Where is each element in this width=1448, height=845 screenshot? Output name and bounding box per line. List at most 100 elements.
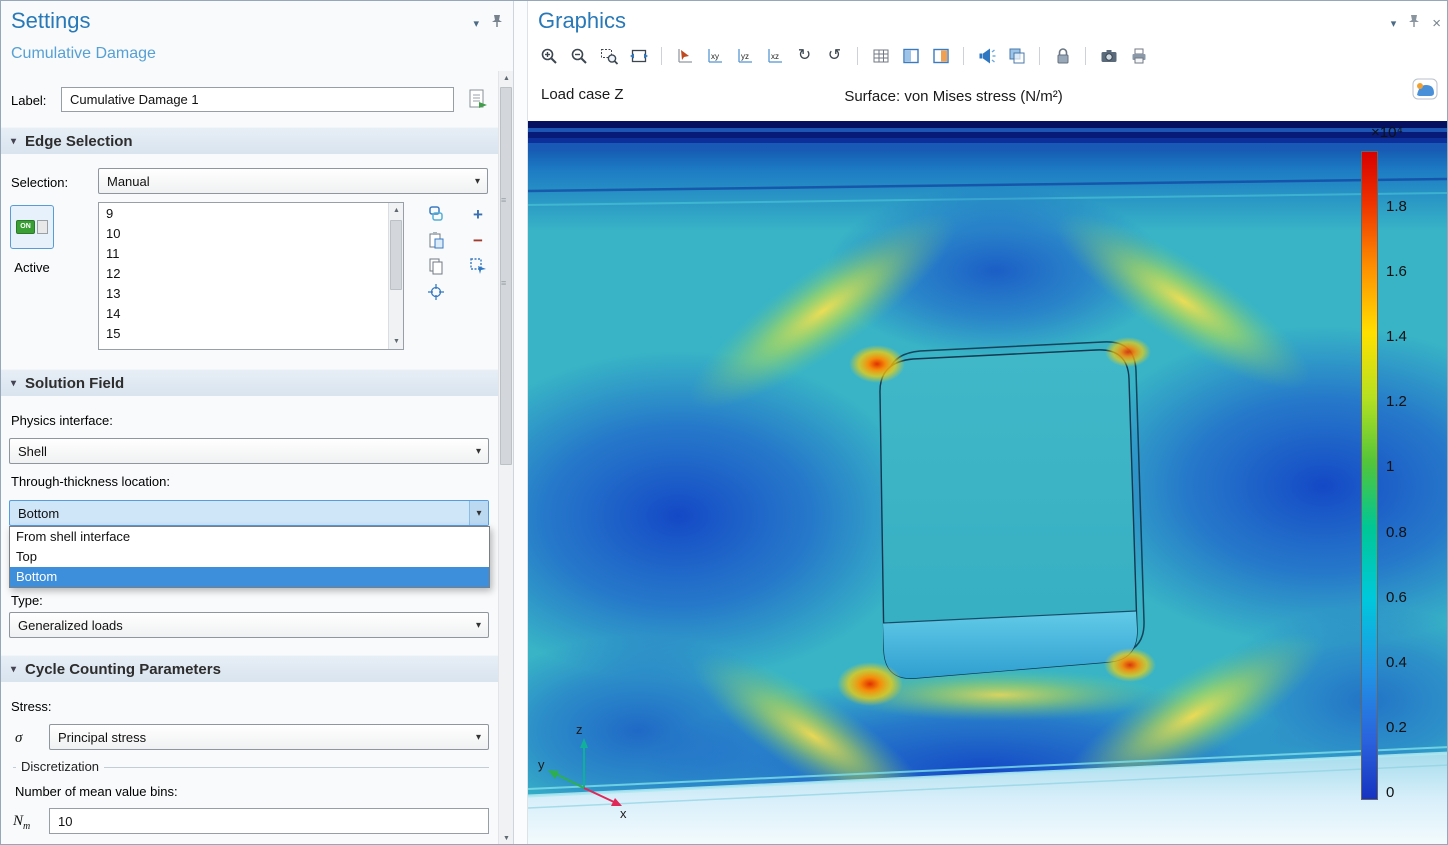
selection-list-item[interactable]: 14 [99, 304, 387, 324]
pin-icon[interactable] [491, 14, 503, 33]
selection-list-item[interactable]: 13 [99, 284, 387, 304]
paste-selection-icon[interactable] [426, 230, 446, 250]
selection-list-item[interactable]: 15 [99, 324, 387, 344]
thickness-option[interactable]: From shell interface [10, 527, 489, 547]
nm-symbol-main: N [13, 813, 23, 829]
go-to-xz-view-icon[interactable]: xz [762, 44, 787, 68]
axis-view-label: xz [771, 52, 779, 61]
zoom-to-selection-icon[interactable] [468, 256, 488, 276]
listbox-scrollbar[interactable]: ▲ ▼ [388, 203, 403, 349]
scroll-down-icon[interactable]: ▼ [499, 831, 514, 845]
rotate-counterclockwise-icon[interactable]: ↺ [822, 44, 847, 68]
discretization-caption: Discretization [16, 759, 104, 774]
selection-mode-combo[interactable]: Manual ▾ [98, 168, 488, 194]
chevron-down-icon[interactable]: ▾ [473, 17, 479, 30]
combo-arrow-icon[interactable]: ▾ [469, 725, 488, 749]
scroll-down-icon[interactable]: ▼ [389, 334, 404, 349]
collapse-triangle-icon[interactable]: ▾ [11, 664, 16, 675]
colorbar-tick-label: 1.4 [1386, 329, 1407, 344]
label-input[interactable] [61, 87, 454, 112]
colorbar-tick-label: 0.4 [1386, 655, 1407, 670]
rotate-clockwise-icon[interactable]: ↻ [792, 44, 817, 68]
combo-arrow-icon[interactable]: ▾ [469, 439, 488, 463]
axis-y-label: y [538, 757, 545, 772]
copy-selection-icon[interactable] [426, 204, 446, 224]
combo-arrow-icon[interactable]: ▾ [469, 501, 488, 525]
panel-splitter[interactable] [514, 1, 528, 845]
viewport-settings-icon[interactable] [928, 44, 953, 68]
colorbar-tick-label: 0 [1386, 785, 1407, 800]
physics-interface-caption: Physics interface: [11, 413, 113, 428]
print-icon[interactable] [1126, 44, 1151, 68]
settings-panel: Settings ▾ Cumulative Damage Label: ▾ Ed… [1, 1, 514, 845]
section-title: Edge Selection [25, 133, 133, 150]
on-badge: ON [16, 220, 35, 234]
active-toggle-button[interactable]: ON [10, 205, 54, 249]
chevron-down-icon[interactable]: ▾ [1391, 17, 1397, 30]
axis-x-label: x [620, 806, 627, 821]
toolbar-separator [963, 47, 964, 65]
discretization-group: Discretization [13, 767, 489, 768]
stress-combo[interactable]: Principal stress ▾ [49, 724, 489, 750]
close-icon[interactable]: × [1432, 16, 1441, 31]
pin-icon[interactable] [1408, 14, 1420, 33]
scene-light-icon[interactable] [974, 44, 999, 68]
type-combo[interactable]: Generalized loads ▾ [9, 612, 489, 638]
physics-interface-combo[interactable]: Shell ▾ [9, 438, 489, 464]
combo-arrow-icon[interactable]: ▾ [468, 169, 487, 193]
settings-scrollbar[interactable]: ▲ ▼ ≡ ≡ [498, 71, 513, 845]
scroll-up-icon[interactable]: ▲ [499, 71, 514, 86]
axis-triad: z y x [536, 719, 636, 829]
go-to-default-view-icon[interactable] [672, 44, 697, 68]
section-cycle-counting[interactable]: ▾ Cycle Counting Parameters [1, 655, 499, 682]
section-solution-field[interactable]: ▾ Solution Field [1, 369, 499, 396]
selection-list-item[interactable]: 11 [99, 244, 387, 264]
edge-selection-listbox[interactable]: 9101112131415 ▲ ▼ [98, 202, 404, 350]
zoom-extents-icon[interactable] [626, 44, 651, 68]
selection-list-item[interactable]: 9 [99, 204, 387, 224]
go-to-xy-view-icon[interactable]: xy [702, 44, 727, 68]
colorbar-tick-label: 1.8 [1386, 199, 1407, 214]
duplicate-selection-icon[interactable] [426, 256, 446, 276]
thickness-combo[interactable]: Bottom ▾ [9, 500, 489, 526]
toolbar-separator [1085, 47, 1086, 65]
zoom-box-icon[interactable] [596, 44, 621, 68]
graphics-header-icons: ▾ × [1391, 14, 1441, 33]
settings-header-icons: ▾ [473, 14, 503, 33]
collapse-triangle-icon[interactable]: ▾ [11, 378, 16, 389]
sigma-symbol: σ [15, 730, 22, 747]
axis-z-label: z [576, 722, 583, 737]
axis-view-label: xy [711, 52, 719, 61]
selection-list-item[interactable]: 12 [99, 264, 387, 284]
show-grid-icon[interactable] [868, 44, 893, 68]
add-to-selection-icon[interactable]: + [468, 204, 488, 224]
zoom-in-icon[interactable] [536, 44, 561, 68]
selection-tools-left [426, 204, 446, 302]
selection-list-item[interactable]: 10 [99, 224, 387, 244]
transparency-icon[interactable] [1004, 44, 1029, 68]
remove-from-selection-icon[interactable]: − [468, 230, 488, 250]
thickness-option[interactable]: Top [10, 547, 489, 567]
combo-arrow-icon[interactable]: ▾ [469, 613, 488, 637]
scene-settings-icon[interactable] [898, 44, 923, 68]
zoom-out-icon[interactable] [566, 44, 591, 68]
plot-context-icon[interactable] [1411, 77, 1439, 101]
stress-plot-scene[interactable] [528, 121, 1448, 845]
scroll-up-icon[interactable]: ▲ [389, 203, 404, 218]
scrollbar-thumb[interactable] [500, 87, 512, 465]
colorbar-tick-label: 0.6 [1386, 590, 1407, 605]
settings-subtitle: Cumulative Damage [11, 45, 156, 63]
go-to-yz-view-icon[interactable]: yz [732, 44, 757, 68]
collapse-triangle-icon[interactable]: ▾ [11, 136, 16, 147]
rename-icon[interactable] [464, 86, 491, 118]
center-selection-icon[interactable] [426, 282, 446, 302]
stress-caption: Stress: [11, 699, 51, 714]
colorbar-multiplier: ×10⁴ [1371, 124, 1403, 141]
bins-input[interactable] [49, 808, 489, 834]
image-snapshot-icon[interactable] [1096, 44, 1121, 68]
lock-icon[interactable] [1050, 44, 1075, 68]
colorbar-tick-label: 1.6 [1386, 264, 1407, 279]
scrollbar-thumb[interactable] [390, 220, 402, 290]
section-edge-selection[interactable]: ▾ Edge Selection [1, 127, 499, 154]
thickness-option[interactable]: Bottom [10, 567, 489, 587]
